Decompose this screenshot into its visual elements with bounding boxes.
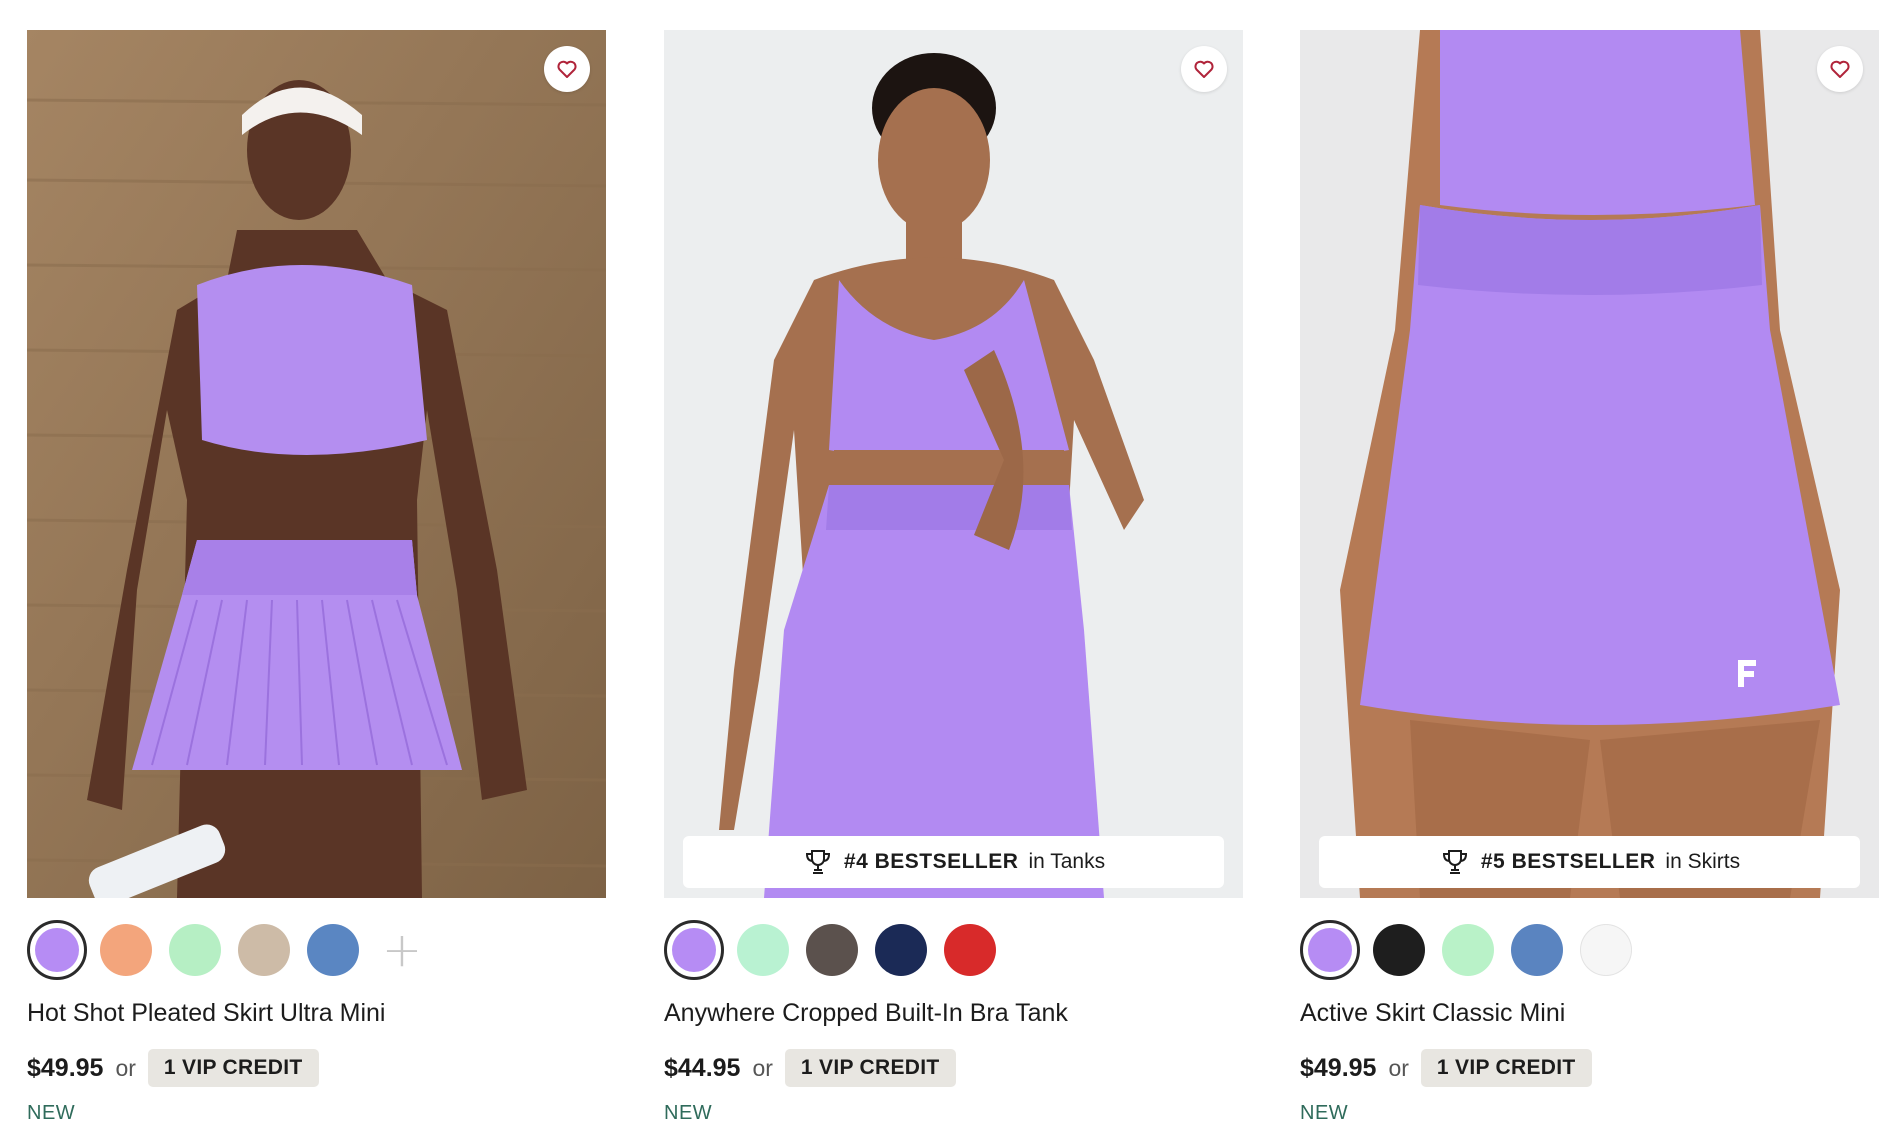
color-swatch-purple[interactable] <box>27 920 87 980</box>
favorite-button[interactable] <box>1181 46 1227 92</box>
product-photo <box>664 30 1243 898</box>
color-swatch-mint[interactable] <box>1438 920 1498 980</box>
color-swatch-mint[interactable] <box>165 920 225 980</box>
color-swatch-brown[interactable] <box>802 920 862 980</box>
color-swatch-blue[interactable] <box>1507 920 1567 980</box>
vip-credit-badge: 1 VIP CREDIT <box>1420 1049 1592 1087</box>
product-photo <box>1300 30 1879 898</box>
price-row: $44.95 or 1 VIP CREDIT <box>664 1048 956 1088</box>
trophy-icon <box>805 850 830 874</box>
price-or-text: or <box>1388 1054 1409 1081</box>
color-swatch-taupe[interactable] <box>234 920 294 980</box>
bestseller-badge: #4 BESTSELLER in Tanks <box>683 836 1224 888</box>
product-name[interactable]: Active Skirt Classic Mini <box>1300 999 1565 1028</box>
product-name[interactable]: Hot Shot Pleated Skirt Ultra Mini <box>27 999 385 1028</box>
product-card[interactable]: #5 BESTSELLER in Skirts Active Skirt Cla… <box>1300 30 1879 1130</box>
color-swatches: + <box>27 918 432 982</box>
bestseller-rank: #4 BESTSELLER <box>843 850 1019 873</box>
price-or-text: or <box>752 1054 773 1081</box>
new-tag: NEW <box>1300 1102 1349 1124</box>
bestseller-category: in Tanks <box>1028 850 1106 873</box>
color-swatch-peach[interactable] <box>96 920 156 980</box>
product-photo <box>27 30 606 898</box>
new-tag: NEW <box>27 1102 76 1124</box>
product-image[interactable]: #4 BESTSELLER in Tanks <box>664 30 1243 898</box>
color-swatch-white[interactable] <box>1576 920 1636 980</box>
product-image[interactable] <box>27 30 606 898</box>
color-swatches <box>664 918 1000 982</box>
color-swatch-blue[interactable] <box>303 920 363 980</box>
product-name[interactable]: Anywhere Cropped Built-In Bra Tank <box>664 999 1068 1028</box>
product-card[interactable]: #4 BESTSELLER in Tanks Anywhere Cropped … <box>664 30 1243 1130</box>
trophy-icon <box>1442 850 1467 874</box>
color-swatch-purple[interactable] <box>1300 920 1360 980</box>
vip-credit-badge: 1 VIP CREDIT <box>784 1049 956 1087</box>
product-image[interactable]: #5 BESTSELLER in Skirts <box>1300 30 1879 898</box>
color-swatch-red[interactable] <box>940 920 1000 980</box>
price-or-text: or <box>115 1054 136 1081</box>
color-swatches <box>1300 918 1636 982</box>
more-colors-icon[interactable]: + <box>372 920 432 980</box>
product-price: $49.95 <box>1300 1053 1377 1082</box>
heart-icon <box>1194 60 1214 78</box>
favorite-button[interactable] <box>544 46 590 92</box>
color-swatch-purple[interactable] <box>664 920 724 980</box>
bestseller-badge: #5 BESTSELLER in Skirts <box>1319 836 1860 888</box>
color-swatch-navy[interactable] <box>871 920 931 980</box>
favorite-button[interactable] <box>1817 46 1863 92</box>
bestseller-rank: #5 BESTSELLER <box>1480 850 1656 873</box>
product-price: $44.95 <box>664 1053 741 1082</box>
bestseller-category: in Skirts <box>1665 850 1741 873</box>
heart-icon <box>557 60 577 78</box>
color-swatch-black[interactable] <box>1369 920 1429 980</box>
price-row: $49.95 or 1 VIP CREDIT <box>1300 1048 1592 1088</box>
new-tag: NEW <box>664 1102 713 1124</box>
product-grid: + Hot Shot Pleated Skirt Ultra Mini $49.… <box>0 0 1900 1130</box>
heart-icon <box>1830 60 1850 78</box>
product-price: $49.95 <box>27 1053 104 1082</box>
color-swatch-mint[interactable] <box>733 920 793 980</box>
price-row: $49.95 or 1 VIP CREDIT <box>27 1048 319 1088</box>
vip-credit-badge: 1 VIP CREDIT <box>147 1049 319 1087</box>
product-card[interactable]: + Hot Shot Pleated Skirt Ultra Mini $49.… <box>27 30 606 1130</box>
